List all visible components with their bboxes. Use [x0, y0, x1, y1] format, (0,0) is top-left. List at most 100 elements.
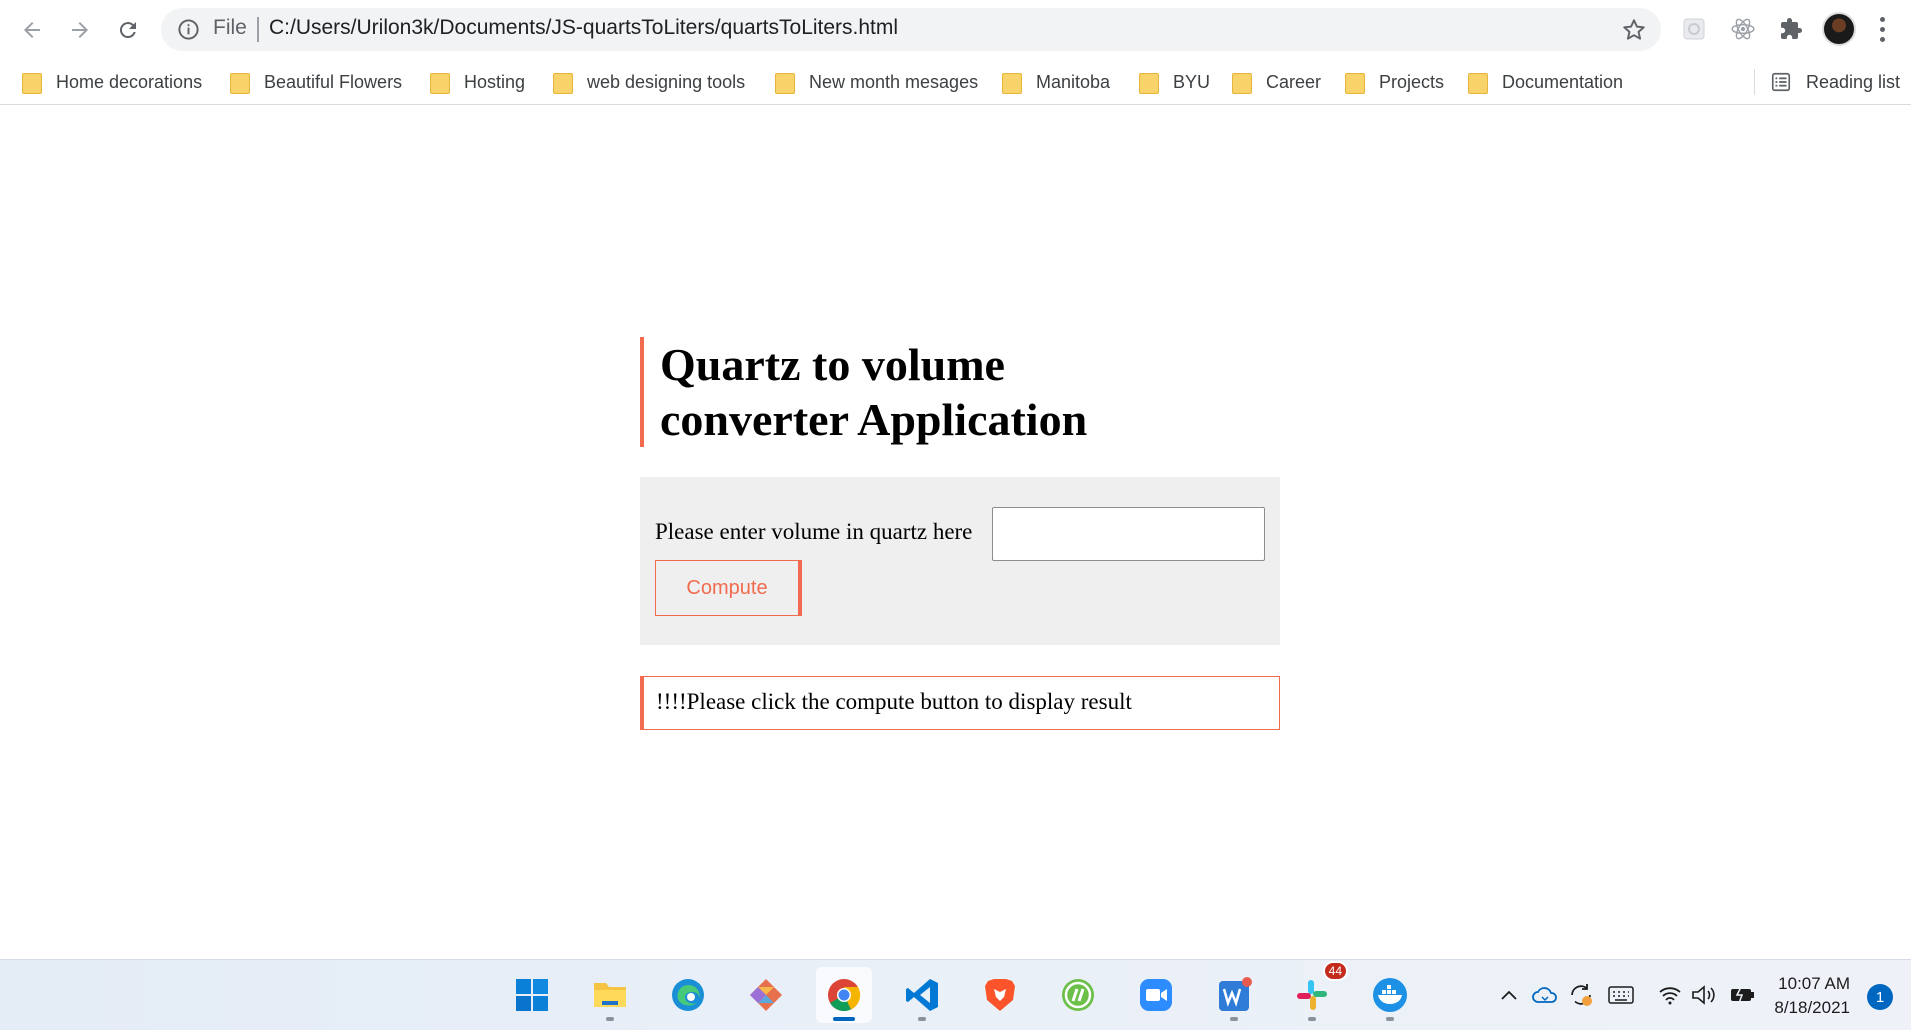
volume-label: Please enter volume in quartz here — [655, 519, 973, 544]
edge-button[interactable] — [660, 967, 716, 1023]
quartz-volume-input[interactable] — [992, 507, 1265, 561]
extension-icon[interactable] — [1679, 14, 1709, 44]
bookmark-hosting[interactable]: Hosting — [430, 65, 525, 99]
file-explorer-icon — [594, 983, 626, 1007]
wifi-icon[interactable] — [1655, 980, 1685, 1010]
scheme-label: File — [213, 16, 247, 39]
bookmarks-divider — [1754, 69, 1755, 95]
bookmark-byu[interactable]: BYU — [1139, 65, 1210, 99]
start-icon — [516, 979, 548, 1011]
more-menu-icon[interactable] — [1876, 14, 1888, 44]
bookmark-label: Manitoba — [1036, 71, 1111, 92]
folder-icon — [1345, 71, 1365, 94]
bookmark-label: web designing tools — [587, 71, 746, 92]
folder-icon — [230, 71, 250, 94]
folder-icon — [430, 71, 450, 94]
clock-time: 10:07 AM — [1778, 974, 1850, 993]
running-indicator — [1308, 1017, 1316, 1021]
address-bar[interactable]: File C:/Users/Urilon3k/Documents/JS-quar… — [161, 8, 1661, 51]
slack-icon — [1297, 980, 1327, 1010]
reload-button[interactable] — [110, 12, 146, 48]
bookmark-web-designing-tools[interactable]: web designing tools — [553, 65, 745, 99]
slack-button[interactable]: 44 — [1284, 961, 1348, 1023]
docker-icon — [1373, 978, 1407, 1012]
sync-icon[interactable] — [1566, 980, 1596, 1010]
file-explorer-button[interactable] — [582, 967, 638, 1023]
app-button[interactable] — [1050, 967, 1106, 1023]
reading-list-label: Reading list — [1806, 71, 1901, 92]
bookmark-new-month-mesages[interactable]: New month mesages — [775, 65, 978, 99]
converter-form: Please enter volume in quartz here Compu… — [640, 477, 1280, 645]
bookmark-star-icon[interactable] — [1621, 17, 1647, 43]
running-indicator — [1230, 1017, 1238, 1021]
show-hidden-icons-chevron-icon[interactable] — [1494, 980, 1524, 1010]
bookmark-label: Beautiful Flowers — [264, 71, 403, 92]
page-title: Quartz to volume converter Application — [660, 339, 1088, 445]
bookmark-label: Career — [1266, 71, 1322, 92]
git-icon — [750, 979, 782, 1011]
vscode-icon — [906, 979, 938, 1011]
result-text: !!!!Please click the compute button to d… — [656, 689, 1132, 714]
brave-button[interactable] — [972, 967, 1028, 1023]
running-indicator — [606, 1017, 614, 1021]
browser-toolbar: File C:/Users/Urilon3k/Documents/JS-quar… — [0, 0, 1911, 59]
bookmark-label: Hosting — [464, 71, 526, 92]
bookmark-label: Projects — [1379, 71, 1445, 92]
url-text[interactable]: C:/Users/Urilon3k/Documents/JS-quartsToL… — [269, 16, 898, 40]
back-arrow-icon — [24, 22, 40, 38]
folder-icon — [1232, 71, 1252, 94]
profile-avatar[interactable] — [1822, 12, 1856, 46]
bookmark-projects[interactable]: Projects — [1345, 65, 1444, 99]
compute-button[interactable]: Compute — [655, 560, 802, 616]
brave-icon — [985, 979, 1015, 1011]
running-indicator — [918, 1017, 926, 1021]
bookmark-career[interactable]: Career — [1232, 65, 1321, 99]
zoom-icon — [1140, 979, 1172, 1011]
info-icon[interactable] — [177, 18, 200, 41]
vscode-button[interactable] — [894, 967, 950, 1023]
volume-icon[interactable] — [1689, 980, 1719, 1010]
git-button[interactable] — [738, 967, 794, 1023]
windows-taskbar: 44 10:07 AM 8/18/2021 1 — [0, 959, 1911, 1030]
bookmark-documentation[interactable]: Documentation — [1468, 65, 1623, 99]
page-content: Quartz to volume converter Application P… — [0, 106, 1911, 959]
bookmark-manitoba[interactable]: Manitoba — [1002, 65, 1110, 99]
forward-button[interactable] — [62, 12, 98, 48]
bookmark-label: New month mesages — [809, 71, 979, 92]
active-indicator — [833, 1017, 855, 1021]
app-icon — [1062, 979, 1094, 1011]
onedrive-icon[interactable] — [1530, 980, 1560, 1010]
folder-icon — [1002, 71, 1022, 94]
running-indicator — [1386, 1017, 1394, 1021]
zoom-button[interactable] — [1128, 967, 1184, 1023]
forward-arrow-icon — [72, 22, 88, 38]
folder-icon — [553, 71, 573, 94]
slack-badge: 44 — [1322, 961, 1348, 981]
chrome-icon — [828, 979, 861, 1012]
back-button[interactable] — [14, 12, 50, 48]
folder-icon — [1468, 71, 1488, 94]
start-button[interactable] — [504, 967, 560, 1023]
result-box: !!!!Please click the compute button to d… — [640, 676, 1280, 730]
reading-list-button[interactable]: Reading list — [1770, 65, 1900, 99]
keyboard-icon[interactable] — [1606, 980, 1636, 1010]
bookmark-beautiful-flowers[interactable]: Beautiful Flowers — [230, 65, 402, 99]
wps-button[interactable] — [1206, 967, 1262, 1023]
bookmark-home-decorations[interactable]: Home decorations — [22, 65, 202, 99]
wps-icon — [1219, 977, 1252, 1011]
docker-button[interactable] — [1362, 967, 1418, 1023]
folder-icon — [775, 71, 795, 94]
reload-icon — [119, 22, 136, 39]
react-devtools-icon[interactable] — [1728, 14, 1758, 44]
bookmark-label: Home decorations — [56, 71, 203, 92]
bookmark-label: Documentation — [1502, 71, 1624, 92]
puzzle-extensions-icon[interactable] — [1776, 14, 1806, 44]
bookmarks-bar: Home decorations Beautiful Flowers Hosti… — [0, 59, 1911, 105]
edge-icon — [672, 979, 704, 1011]
notification-badge[interactable]: 1 — [1867, 984, 1893, 1010]
system-clock[interactable]: 10:07 AM 8/18/2021 — [1770, 972, 1850, 1020]
reading-list-icon — [1771, 72, 1791, 92]
chrome-button[interactable] — [816, 967, 872, 1023]
battery-icon[interactable] — [1728, 980, 1758, 1010]
folder-icon — [1139, 71, 1159, 94]
